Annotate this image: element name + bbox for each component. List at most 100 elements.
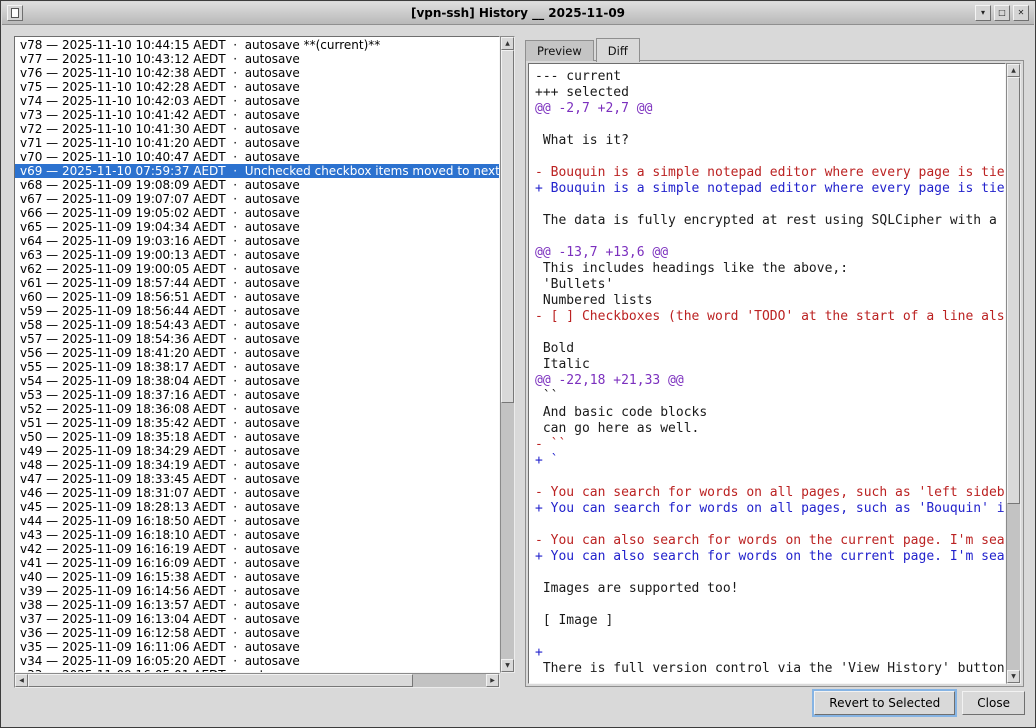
diff-pane: --- current+++ selected@@ -2,7 +2,7 @@ W… (525, 60, 1024, 687)
maximize-button[interactable]: □ (994, 5, 1010, 21)
list-hscroll-trough[interactable] (28, 674, 486, 687)
version-row[interactable]: v43 — 2025-11-09 16:18:10 AEDT · autosav… (15, 528, 499, 542)
version-row[interactable]: v53 — 2025-11-09 18:37:16 AEDT · autosav… (15, 388, 499, 402)
diff-line-context: This includes headings like the above,: (535, 261, 999, 277)
diff-line-removed: - [ ] Checkboxes (the word 'TODO' at the… (535, 309, 999, 325)
version-row-selected[interactable]: v69 — 2025-11-10 07:59:37 AEDT · Uncheck… (15, 164, 499, 178)
diff-line-header: --- current (535, 69, 999, 85)
version-row[interactable]: v75 — 2025-11-10 10:42:28 AEDT · autosav… (15, 80, 499, 94)
version-row[interactable]: v59 — 2025-11-09 18:56:44 AEDT · autosav… (15, 304, 499, 318)
diff-vscroll-trough[interactable] (1007, 77, 1020, 670)
close-dialog-button[interactable]: Close (962, 691, 1025, 715)
history-window: [vpn-ssh] History __ 2025-11-09 ▾ □ ✕ v7… (0, 0, 1036, 728)
version-row[interactable]: v34 — 2025-11-09 16:05:20 AEDT · autosav… (15, 654, 499, 668)
version-row[interactable]: v63 — 2025-11-09 19:00:13 AEDT · autosav… (15, 248, 499, 262)
version-row[interactable]: v48 — 2025-11-09 18:34:19 AEDT · autosav… (15, 458, 499, 472)
list-horizontal-scrollbar[interactable]: ◀ ▶ (14, 673, 500, 688)
version-row[interactable]: v57 — 2025-11-09 18:54:36 AEDT · autosav… (15, 332, 499, 346)
list-hscroll-thumb[interactable] (28, 674, 413, 687)
diff-line-context (535, 597, 999, 613)
diff-line-context (535, 565, 999, 581)
version-row[interactable]: v77 — 2025-11-10 10:43:12 AEDT · autosav… (15, 52, 499, 66)
version-row[interactable]: v62 — 2025-11-09 19:00:05 AEDT · autosav… (15, 262, 499, 276)
diff-line-context: [ Image ] (535, 613, 999, 629)
version-history-list[interactable]: v78 — 2025-11-10 10:44:15 AEDT · autosav… (14, 36, 500, 673)
version-row[interactable]: v49 — 2025-11-09 18:34:29 AEDT · autosav… (15, 444, 499, 458)
version-row[interactable]: v78 — 2025-11-10 10:44:15 AEDT · autosav… (15, 38, 499, 52)
version-row[interactable]: v44 — 2025-11-09 16:18:50 AEDT · autosav… (15, 514, 499, 528)
diff-line-context: `` (535, 389, 999, 405)
version-row[interactable]: v36 — 2025-11-09 16:12:58 AEDT · autosav… (15, 626, 499, 640)
scroll-up-arrow-icon[interactable]: ▲ (501, 37, 514, 50)
diff-line-context: Images are supported too! (535, 581, 999, 597)
diff-line-removed: - `` (535, 437, 999, 453)
version-row[interactable]: v66 — 2025-11-09 19:05:02 AEDT · autosav… (15, 206, 499, 220)
close-icon: ✕ (1018, 8, 1025, 17)
diff-line-hunk: @@ -2,7 +2,7 @@ (535, 101, 999, 117)
diff-line-context (535, 229, 999, 245)
diff-vertical-scrollbar[interactable]: ▲ ▼ (1006, 63, 1021, 684)
close-window-button[interactable]: ✕ (1013, 5, 1029, 21)
version-row[interactable]: v74 — 2025-11-10 10:42:03 AEDT · autosav… (15, 94, 499, 108)
list-vscroll-trough[interactable] (501, 50, 514, 659)
version-row[interactable]: v37 — 2025-11-09 16:13:04 AEDT · autosav… (15, 612, 499, 626)
window-menu-button[interactable] (7, 5, 23, 21)
diff-line-hunk: @@ -22,18 +21,33 @@ (535, 373, 999, 389)
version-row[interactable]: v67 — 2025-11-09 19:07:07 AEDT · autosav… (15, 192, 499, 206)
diff-line-context (535, 325, 999, 341)
version-row[interactable]: v50 — 2025-11-09 18:35:18 AEDT · autosav… (15, 430, 499, 444)
version-row[interactable]: v52 — 2025-11-09 18:36:08 AEDT · autosav… (15, 402, 499, 416)
diff-line-removed: - Bouquin is a simple notepad editor whe… (535, 165, 999, 181)
diff-line-context: Numbered lists (535, 293, 999, 309)
version-row[interactable]: v51 — 2025-11-09 18:35:42 AEDT · autosav… (15, 416, 499, 430)
version-row[interactable]: v70 — 2025-11-10 10:40:47 AEDT · autosav… (15, 150, 499, 164)
version-row[interactable]: v64 — 2025-11-09 19:03:16 AEDT · autosav… (15, 234, 499, 248)
diff-view[interactable]: --- current+++ selected@@ -2,7 +2,7 @@ W… (528, 63, 1006, 684)
version-row[interactable]: v38 — 2025-11-09 16:13:57 AEDT · autosav… (15, 598, 499, 612)
diff-scroll-down-arrow-icon[interactable]: ▼ (1007, 670, 1020, 683)
version-row[interactable]: v42 — 2025-11-09 16:16:19 AEDT · autosav… (15, 542, 499, 556)
minimize-icon: ▾ (981, 8, 985, 17)
version-row[interactable]: v54 — 2025-11-09 18:38:04 AEDT · autosav… (15, 374, 499, 388)
diff-line-added: + ` (535, 453, 999, 469)
version-row[interactable]: v45 — 2025-11-09 18:28:13 AEDT · autosav… (15, 500, 499, 514)
window-title: [vpn-ssh] History __ 2025-11-09 (2, 6, 1034, 20)
scroll-right-arrow-icon[interactable]: ▶ (486, 674, 499, 687)
diff-line-context: There is full version control via the 'V… (535, 661, 999, 677)
version-row[interactable]: v35 — 2025-11-09 16:11:06 AEDT · autosav… (15, 640, 499, 654)
version-row[interactable]: v60 — 2025-11-09 18:56:51 AEDT · autosav… (15, 290, 499, 304)
version-row[interactable]: v39 — 2025-11-09 16:14:56 AEDT · autosav… (15, 584, 499, 598)
version-row[interactable]: v68 — 2025-11-09 19:08:09 AEDT · autosav… (15, 178, 499, 192)
scroll-down-arrow-icon[interactable]: ▼ (501, 659, 514, 672)
diff-line-context: Bold (535, 341, 999, 357)
diff-line-added: + Bouquin is a simple notepad editor whe… (535, 181, 999, 197)
version-row[interactable]: v46 — 2025-11-09 18:31:07 AEDT · autosav… (15, 486, 499, 500)
diff-line-hunk: @@ -13,7 +13,6 @@ (535, 245, 999, 261)
diff-line-context (535, 629, 999, 645)
version-row[interactable]: v58 — 2025-11-09 18:54:43 AEDT · autosav… (15, 318, 499, 332)
version-row[interactable]: v61 — 2025-11-09 18:57:44 AEDT · autosav… (15, 276, 499, 290)
list-vertical-scrollbar[interactable]: ▲ ▼ (500, 36, 515, 673)
app-icon (11, 8, 19, 18)
tab-diff[interactable]: Diff (596, 38, 640, 62)
version-row[interactable]: v71 — 2025-11-10 10:41:20 AEDT · autosav… (15, 136, 499, 150)
version-row[interactable]: v55 — 2025-11-09 18:38:17 AEDT · autosav… (15, 360, 499, 374)
revert-to-selected-button[interactable]: Revert to Selected (814, 691, 955, 715)
version-row[interactable]: v56 — 2025-11-09 18:41:20 AEDT · autosav… (15, 346, 499, 360)
diff-line-context: Italic (535, 357, 999, 373)
minimize-button[interactable]: ▾ (975, 5, 991, 21)
diff-line-added: + You can search for words on all pages,… (535, 501, 999, 517)
tab-preview[interactable]: Preview (525, 40, 594, 61)
list-vscroll-thumb[interactable] (501, 50, 514, 403)
version-row[interactable]: v72 — 2025-11-10 10:41:30 AEDT · autosav… (15, 122, 499, 136)
version-row[interactable]: v73 — 2025-11-10 10:41:42 AEDT · autosav… (15, 108, 499, 122)
diff-line-context: can go here as well. (535, 421, 999, 437)
diff-vscroll-thumb[interactable] (1007, 77, 1020, 504)
version-row[interactable]: v76 — 2025-11-10 10:42:38 AEDT · autosav… (15, 66, 499, 80)
version-row[interactable]: v65 — 2025-11-09 19:04:34 AEDT · autosav… (15, 220, 499, 234)
version-row[interactable]: v47 — 2025-11-09 18:33:45 AEDT · autosav… (15, 472, 499, 486)
scroll-left-arrow-icon[interactable]: ◀ (15, 674, 28, 687)
diff-scroll-up-arrow-icon[interactable]: ▲ (1007, 64, 1020, 77)
version-row[interactable]: v41 — 2025-11-09 16:16:09 AEDT · autosav… (15, 556, 499, 570)
version-row[interactable]: v40 — 2025-11-09 16:15:38 AEDT · autosav… (15, 570, 499, 584)
